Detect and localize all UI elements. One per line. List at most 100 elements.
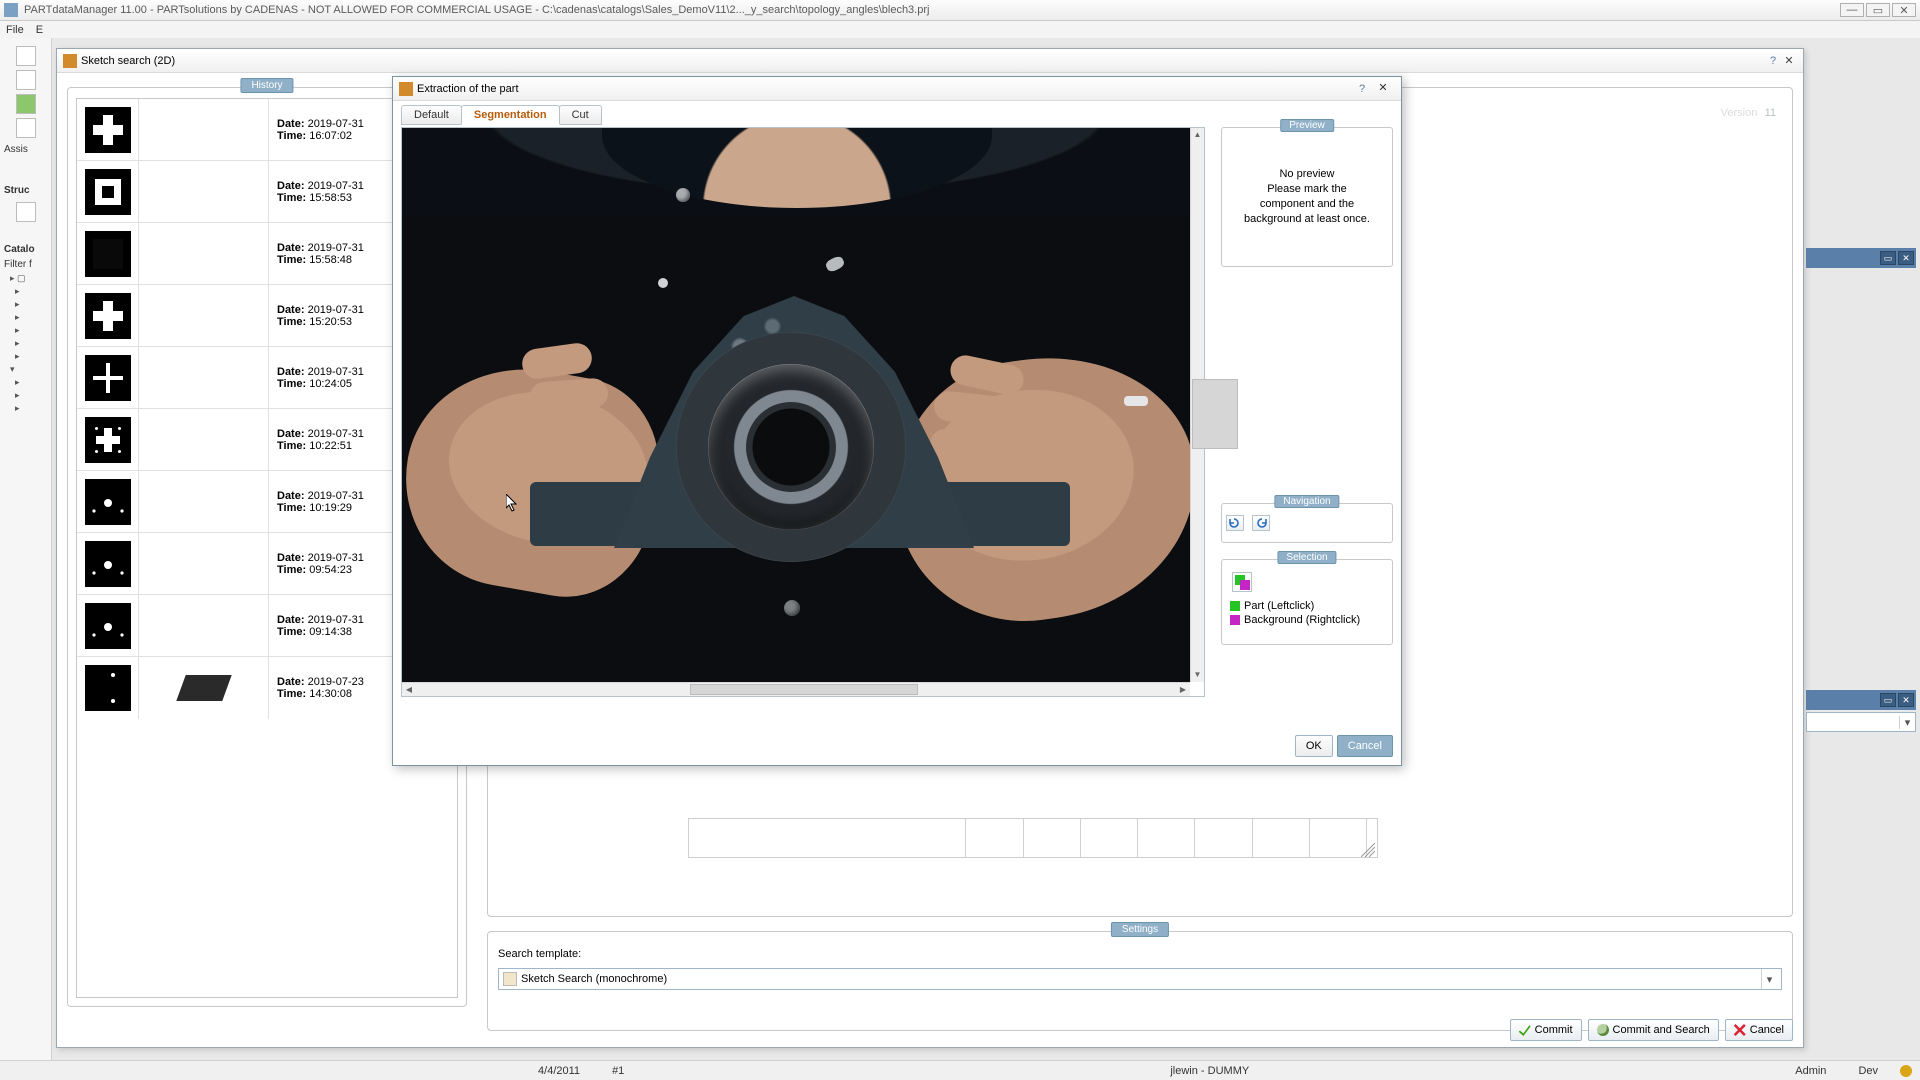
undo-button[interactable] [1226, 515, 1244, 531]
tree-node[interactable]: ▸ [2, 324, 49, 337]
tab-segmentation[interactable]: Segmentation [461, 105, 560, 125]
maximize-button[interactable]: ▭ [1866, 3, 1890, 17]
tree-node[interactable]: ▸ [2, 376, 49, 389]
tree-node[interactable]: ▸ [2, 337, 49, 350]
panel-close-button[interactable]: ✕ [1898, 251, 1914, 265]
menu-file[interactable]: File [6, 24, 24, 36]
tree-node[interactable]: ▸ [2, 285, 49, 298]
scroll-right-icon[interactable]: ▶ [1176, 685, 1190, 694]
history-thumb [77, 161, 139, 222]
dialog-buttons: OK Cancel [1295, 735, 1393, 757]
tree-node[interactable]: ▸ [2, 350, 49, 363]
status-bar: 4/4/2011 #1 jlewin - DUMMY Admin Dev [0, 1060, 1920, 1080]
cancel-button[interactable]: Cancel [1725, 1019, 1793, 1041]
redo-button[interactable] [1252, 515, 1270, 531]
history-thumb [77, 595, 139, 656]
sidebar-label: Filter f [2, 257, 49, 272]
legend-part: Part (Leftclick) [1230, 600, 1384, 612]
panel-restore-button[interactable]: ▭ [1880, 251, 1896, 265]
scroll-left-icon[interactable]: ◀ [402, 685, 416, 694]
cancel-icon [1734, 1024, 1746, 1036]
vertical-scrollbar[interactable]: ▲ ▼ [1190, 128, 1204, 682]
history-thumb [77, 471, 139, 532]
history-thumb [77, 533, 139, 594]
dialog-title: Extraction of the part [417, 83, 519, 95]
group-title: Preview [1280, 119, 1334, 132]
segmentation-image[interactable] [402, 128, 1190, 682]
navigation-group: Navigation [1221, 503, 1393, 543]
commit-button[interactable]: Commit [1510, 1019, 1582, 1041]
tab-cut[interactable]: Cut [559, 105, 602, 125]
history-thumb-alt [139, 347, 269, 408]
tree-node[interactable]: ▸ ▢ [2, 272, 49, 285]
dialog-button-bar: Commit Commit and Search Cancel [1510, 1019, 1793, 1041]
help-button[interactable]: ? [1353, 83, 1371, 95]
status-indicator-icon [1900, 1065, 1912, 1077]
scroll-thumb[interactable] [690, 684, 918, 695]
group-title: Selection [1277, 551, 1336, 564]
group-title: Settings [1111, 922, 1169, 937]
history-thumb [77, 657, 139, 719]
help-button[interactable]: ? [1765, 55, 1781, 67]
history-thumb [77, 223, 139, 284]
toolbar-icon[interactable] [16, 202, 36, 222]
close-button[interactable]: ✕ [1892, 3, 1916, 17]
scroll-down-icon[interactable]: ▼ [1191, 668, 1204, 682]
chevron-down-icon[interactable]: ▾ [1899, 716, 1915, 729]
toolbar-icon[interactable] [16, 46, 36, 66]
template-icon [503, 972, 517, 986]
tree-node[interactable]: ▸ [2, 389, 49, 402]
status-date: 4/4/2011 [522, 1065, 596, 1077]
history-thumb [77, 99, 139, 160]
app-titlebar: PARTdataManager 11.00 - PARTsolutions by… [0, 0, 1920, 21]
preview-group: Preview No preview Please mark the compo… [1221, 127, 1393, 267]
ruler-box [688, 818, 1378, 858]
history-thumb-alt [139, 161, 269, 222]
tree-node[interactable]: ▸ [2, 402, 49, 415]
dialog-icon [399, 82, 413, 96]
selection-group: Selection Part (Leftclick) Background (R… [1221, 559, 1393, 645]
part-color-swatch [1230, 601, 1240, 611]
history-thumb-alt [139, 223, 269, 284]
search-template-combo[interactable]: Sketch Search (monochrome) ▾ [498, 968, 1782, 990]
search-template-label: Search template: [498, 948, 581, 960]
app-title: PARTdataManager 11.00 - PARTsolutions by… [24, 4, 929, 16]
chevron-down-icon[interactable]: ▾ [1761, 969, 1777, 989]
version-watermark: Version 11 [1721, 92, 1776, 123]
extraction-dialog: Extraction of the part ? ✕ Default Segme… [392, 76, 1402, 766]
window-title: Sketch search (2D) [81, 55, 175, 67]
cancel-button[interactable]: Cancel [1337, 735, 1393, 757]
toolbar-icon[interactable] [16, 70, 36, 90]
toolbar-icon[interactable] [16, 94, 36, 114]
tree-node[interactable]: ▾ [2, 363, 49, 376]
horizontal-scrollbar[interactable]: ◀ ▶ [402, 682, 1190, 696]
tree-node[interactable]: ▸ [2, 311, 49, 324]
status-job: #1 [596, 1065, 640, 1077]
commit-and-search-button[interactable]: Commit and Search [1588, 1019, 1719, 1041]
history-thumb-alt [139, 657, 269, 719]
menu-edit[interactable]: E [36, 24, 43, 36]
status-admin: Admin [1779, 1065, 1842, 1077]
minimize-button[interactable]: — [1840, 3, 1864, 17]
toolbar-icon[interactable] [16, 118, 36, 138]
close-button[interactable]: ✕ [1371, 81, 1395, 97]
selection-tool-button[interactable] [1232, 572, 1252, 592]
close-button[interactable]: ✕ [1781, 54, 1797, 67]
sidebar-label: Struc [2, 183, 49, 198]
tab-default[interactable]: Default [401, 105, 462, 125]
combo-value: Sketch Search (monochrome) [521, 973, 667, 985]
window-icon [63, 54, 77, 68]
history-thumb-alt [139, 595, 269, 656]
scroll-up-icon[interactable]: ▲ [1191, 128, 1204, 142]
menubar: File E [0, 21, 1920, 38]
check-icon [1519, 1024, 1531, 1036]
docked-combo[interactable]: ▾ [1806, 712, 1916, 732]
tree-node[interactable]: ▸ [2, 298, 49, 311]
history-thumb-alt [139, 471, 269, 532]
ok-button[interactable]: OK [1295, 735, 1333, 757]
resize-handle-icon[interactable] [1361, 843, 1375, 857]
sidebar-label: Catalo [2, 242, 49, 257]
panel-close-button[interactable]: ✕ [1898, 693, 1914, 707]
group-title: History [240, 78, 293, 93]
panel-restore-button[interactable]: ▭ [1880, 693, 1896, 707]
